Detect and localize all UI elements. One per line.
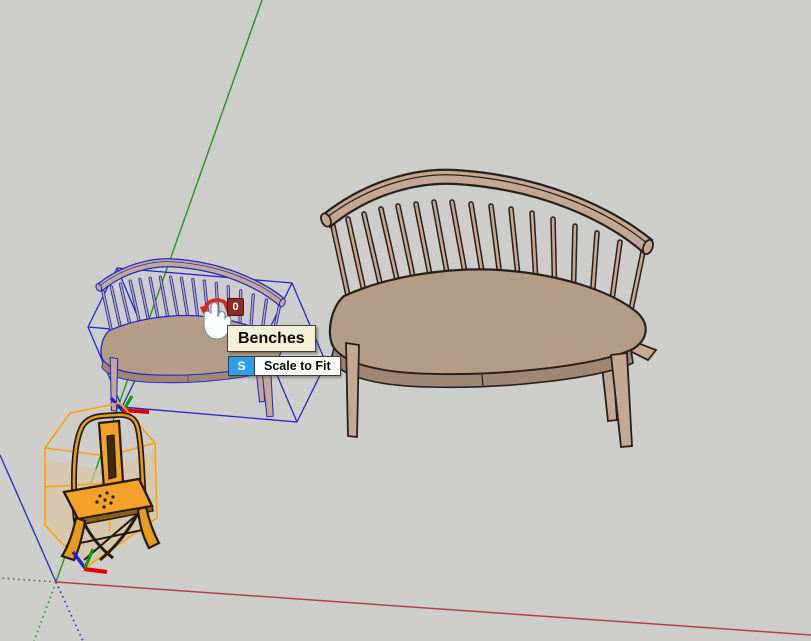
axis-blue-dotted (56, 582, 83, 641)
shortcut-hint: S Scale to Fit (228, 356, 341, 376)
axis-red-solid (56, 582, 811, 635)
shortcut-key-badge: S (229, 357, 255, 375)
shortcut-action-label: Scale to Fit (255, 357, 340, 375)
axis-red-dotted (0, 578, 56, 582)
sketchup-viewport-screenshot: { "viewport": { "background_color": "#CD… (0, 0, 811, 641)
large-bench[interactable] (319, 170, 656, 447)
component-name-tooltip: Benches (227, 325, 316, 352)
rotation-count-badge: 0 (227, 298, 244, 316)
axis-green-dotted (34, 582, 56, 641)
chair[interactable] (62, 415, 159, 560)
viewport-3d-canvas[interactable] (0, 0, 811, 641)
